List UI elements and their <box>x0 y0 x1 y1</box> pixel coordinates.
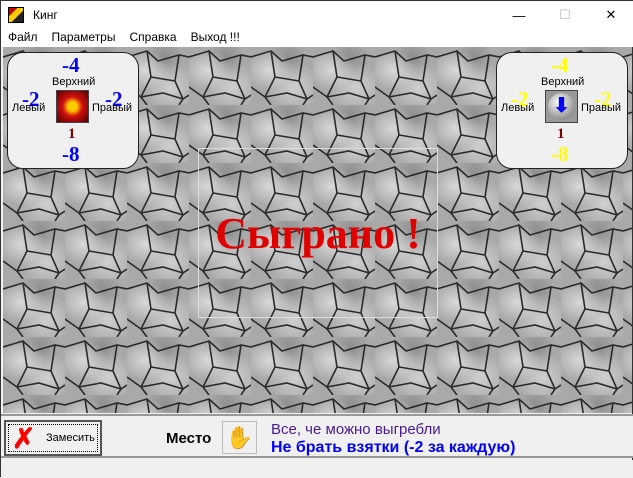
left-label: Левый <box>501 102 535 114</box>
place-label: Место <box>166 430 212 447</box>
player-number: 1 <box>557 126 565 142</box>
menu-parameters[interactable]: Параметры <box>45 29 123 47</box>
shuffle-label: Замесить <box>46 432 95 444</box>
status-message: Все, че можно выгребли <box>271 421 441 438</box>
right-label: Правый <box>581 102 622 114</box>
minimize-button[interactable]: — <box>496 1 542 29</box>
status-bar <box>1 460 633 478</box>
right-label: Правый <box>92 102 133 114</box>
shuffle-icon: ✗ <box>12 422 36 454</box>
left-label: Левый <box>12 102 46 114</box>
window-title: Кинг <box>33 8 58 22</box>
maximize-button[interactable]: ☐ <box>542 1 588 29</box>
hand-icon[interactable]: ✋ <box>222 421 257 454</box>
right-player-panel: -4 Верхний -2 Левый ⬇ -2 Правый 1 -8 <box>496 52 628 169</box>
bottom-panel: ✗ Замесить Место ✋ Все, че можно выгребл… <box>1 414 633 458</box>
top-label: Верхний <box>52 76 96 88</box>
center-play-area: Сыграно ! <box>198 148 438 318</box>
close-button[interactable]: ✕ <box>588 1 633 29</box>
menu-file[interactable]: Файл <box>1 29 45 47</box>
shuffle-button[interactable]: ✗ Замесить <box>4 420 102 456</box>
menu-exit[interactable]: Выход !!! <box>184 29 247 47</box>
game-over-message: Сыграно ! <box>215 208 421 258</box>
player-number: 1 <box>68 126 76 142</box>
title-bar: Кинг — ☐ ✕ <box>1 1 633 29</box>
bottom-score: -8 <box>551 142 569 166</box>
game-table: -4 Верхний -2 Левый -2 Правый 1 -8 -4 Ве… <box>3 47 632 413</box>
down-arrow-icon: ⬇ <box>545 90 578 123</box>
round-rule-message: Не брать взятки (-2 за каждую) <box>271 439 516 456</box>
player-emblem-icon <box>56 90 89 123</box>
left-player-panel: -4 Верхний -2 Левый -2 Правый 1 -8 <box>7 52 139 169</box>
top-label: Верхний <box>541 76 585 88</box>
menu-help[interactable]: Справка <box>122 29 183 47</box>
menu-bar: Файл Параметры Справка Выход !!! <box>1 29 633 47</box>
bottom-score: -8 <box>62 142 80 166</box>
top-score: -4 <box>551 53 569 77</box>
app-icon <box>8 7 24 23</box>
top-score: -4 <box>62 53 80 77</box>
